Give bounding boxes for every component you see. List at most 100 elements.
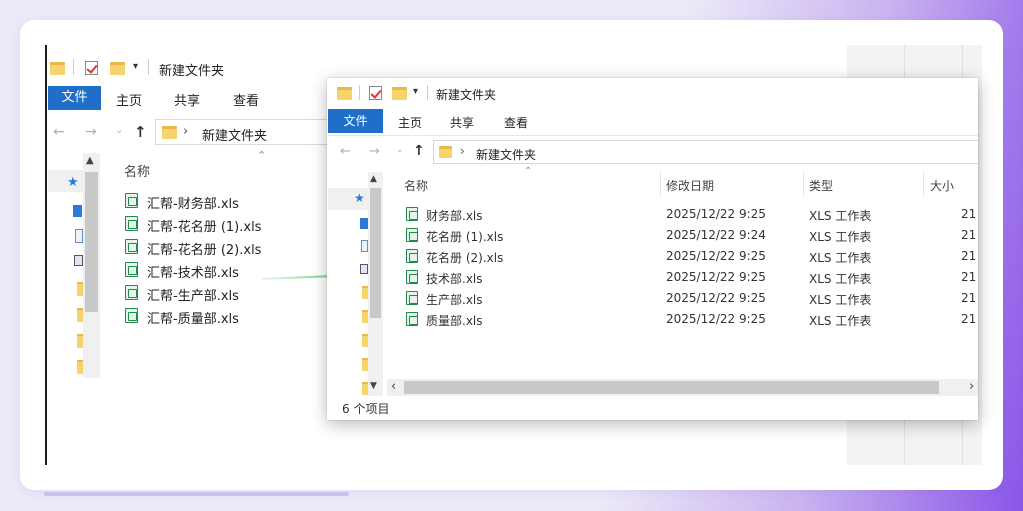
horizontal-scrollbar-thumb[interactable]	[404, 381, 939, 394]
column-header-type[interactable]: 类型	[809, 177, 833, 194]
forward-arrow-icon[interactable]: →	[85, 124, 97, 140]
tab-share[interactable]: 共享	[174, 90, 200, 109]
forward-arrow-icon[interactable]: →	[369, 144, 380, 159]
new-folder-icon[interactable]	[392, 87, 407, 100]
up-arrow-icon[interactable]: ↑	[134, 123, 147, 141]
tab-view[interactable]: 查看	[504, 114, 528, 131]
document-icon[interactable]	[361, 240, 368, 252]
properties-icon[interactable]	[85, 61, 98, 75]
file-type: XLS 工作表	[809, 314, 872, 328]
folder-icon[interactable]	[50, 62, 65, 75]
separator	[148, 59, 149, 75]
address-path: 新建文件夹	[476, 148, 537, 162]
file-type: XLS 工作表	[809, 209, 872, 223]
picture-icon[interactable]	[74, 255, 83, 266]
file-modified: 2025/12/22 9:25	[666, 270, 766, 284]
column-header-name[interactable]: 名称	[404, 177, 428, 194]
file-modified: 2025/12/22 9:25	[666, 291, 766, 305]
file-name[interactable]: 花名册 (1).xls	[426, 228, 503, 245]
qat-dropdown-icon[interactable]: ▾	[133, 61, 138, 72]
file-name[interactable]: 技术部.xls	[426, 270, 483, 287]
excel-file-icon	[125, 308, 138, 323]
column-divider	[803, 171, 804, 197]
tab-share[interactable]: 共享	[450, 114, 474, 131]
back-arrow-icon[interactable]: ←	[340, 144, 351, 159]
folder-icon	[162, 126, 177, 139]
up-arrow-icon[interactable]: ↑	[413, 143, 425, 159]
column-header-modified[interactable]: 修改日期	[666, 177, 714, 194]
file-modified: 2025/12/22 9:25	[666, 249, 766, 263]
file-name[interactable]: 花名册 (2).xls	[426, 249, 503, 266]
sort-ascending-icon: ⌃	[257, 149, 267, 162]
file-name[interactable]: 汇帮-质量部.xls	[147, 308, 239, 327]
column-header-name[interactable]: 名称	[124, 161, 150, 180]
excel-file-icon	[125, 262, 138, 277]
tab-home[interactable]: 主页	[116, 90, 142, 109]
desktop-icon[interactable]	[73, 205, 82, 217]
tab-view[interactable]: 查看	[233, 90, 259, 109]
file-modified: 2025/12/22 9:25	[666, 207, 766, 221]
pin-star-icon[interactable]: ★	[354, 191, 365, 205]
qat-dropdown-icon[interactable]: ▾	[413, 86, 418, 97]
excel-file-icon	[125, 216, 138, 231]
scrollbar-thumb[interactable]	[85, 172, 98, 312]
breadcrumb-chevron-icon: ›	[460, 144, 465, 158]
excel-file-icon	[125, 193, 138, 208]
file-name[interactable]: 汇帮-花名册 (1).xls	[147, 216, 261, 235]
excel-file-icon	[406, 312, 418, 326]
file-name[interactable]: 财务部.xls	[426, 207, 483, 224]
excel-file-icon	[406, 291, 418, 305]
file-type: XLS 工作表	[809, 230, 872, 244]
scrollbar-thumb[interactable]	[370, 188, 381, 318]
excel-file-icon	[406, 228, 418, 242]
column-header-size[interactable]: 大小	[930, 177, 954, 194]
file-name[interactable]: 汇帮-生产部.xls	[147, 285, 239, 304]
tab-file[interactable]: 文件	[328, 109, 383, 133]
recent-chevron-icon[interactable]: ⌄	[396, 145, 404, 155]
file-name[interactable]: 汇帮-技术部.xls	[147, 262, 239, 281]
picture-icon[interactable]	[360, 264, 368, 274]
new-folder-icon[interactable]	[110, 62, 125, 75]
tab-home[interactable]: 主页	[398, 114, 422, 131]
scroll-right-icon[interactable]: ›	[969, 379, 974, 394]
back-arrow-icon[interactable]: ←	[53, 124, 65, 140]
column-divider	[923, 171, 924, 197]
file-size: 21	[961, 312, 977, 326]
tab-file[interactable]: 文件	[48, 86, 101, 110]
pin-star-icon[interactable]: ★	[67, 175, 79, 190]
file-size: 21	[961, 270, 977, 284]
properties-icon[interactable]	[369, 86, 382, 100]
excel-file-icon	[125, 285, 138, 300]
excel-file-icon	[125, 239, 138, 254]
excel-file-icon	[406, 207, 418, 221]
excel-file-icon	[406, 270, 418, 284]
document-icon[interactable]	[75, 229, 83, 243]
status-item-count: 6 个项目	[342, 402, 390, 416]
scroll-left-icon[interactable]: ‹	[391, 379, 396, 394]
window-border	[45, 45, 47, 465]
file-name[interactable]: 汇帮-财务部.xls	[147, 193, 239, 212]
folder-icon[interactable]	[337, 87, 352, 100]
desktop-icon[interactable]	[360, 218, 368, 229]
folder-icon	[439, 146, 452, 158]
file-name[interactable]: 汇帮-花名册 (2).xls	[147, 239, 261, 258]
address-bar[interactable]: › 新建文件夹	[155, 119, 355, 145]
recent-chevron-icon[interactable]: ⌄	[115, 125, 123, 136]
file-type: XLS 工作表	[809, 272, 872, 286]
sort-ascending-icon: ⌃	[524, 166, 533, 177]
scroll-down-icon[interactable]: ▼	[370, 381, 377, 391]
ribbon-divider	[327, 135, 978, 136]
scroll-up-icon[interactable]: ▲	[370, 174, 377, 184]
address-bar[interactable]: › 新建文件夹	[433, 140, 978, 164]
front-explorer-window: ▾ 新建文件夹 文件 主页 共享 查看 ← → ⌄ ↑ › 新建文件夹 ★ ▲ …	[327, 78, 978, 420]
breadcrumb-chevron-icon: ›	[183, 124, 189, 139]
address-path: 新建文件夹	[202, 129, 268, 144]
file-size: 21	[961, 207, 977, 221]
file-type: XLS 工作表	[809, 251, 872, 265]
scroll-up-icon[interactable]: ▲	[86, 155, 94, 166]
file-type: XLS 工作表	[809, 293, 872, 307]
file-name[interactable]: 生产部.xls	[426, 291, 483, 308]
file-modified: 2025/12/22 9:25	[666, 312, 766, 326]
file-name[interactable]: 质量部.xls	[426, 312, 483, 329]
separator	[73, 59, 74, 75]
